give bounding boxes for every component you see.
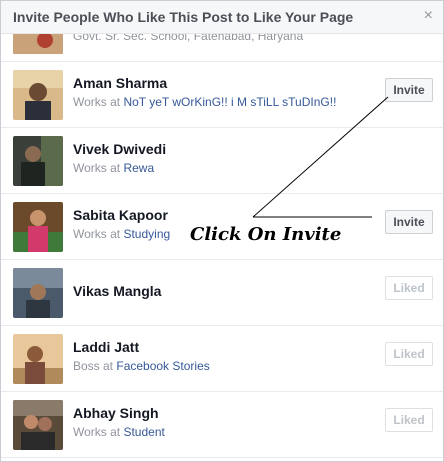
work-place-link[interactable]: Studying (123, 227, 170, 241)
work-prefix: Works at (73, 425, 124, 439)
people-list[interactable]: Govt. Sr. Sec. School, Fatehabad, Haryan… (1, 34, 443, 462)
dialog-header: Invite People Who Like This Post to Like… (1, 1, 443, 34)
person-name[interactable]: Abhay Singh (73, 405, 159, 421)
person-subtitle: Works at NoT yeT wOrKinG!! i M sTiLL sTu… (73, 95, 336, 109)
work-place-link[interactable]: Rewa (123, 161, 154, 175)
avatar[interactable] (13, 70, 63, 120)
list-item: Aman Sharma Works at NoT yeT wOrKinG!! i… (1, 62, 443, 128)
avatar (13, 34, 63, 54)
work-prefix: Works at (73, 227, 124, 241)
list-item: Abhay Singh Works at Student Liked (1, 392, 443, 458)
person-subtitle: Works at Studying (73, 227, 170, 241)
avatar[interactable] (13, 136, 63, 186)
liked-button: Liked (385, 408, 433, 432)
work-place-link[interactable]: Facebook Stories (116, 359, 209, 373)
person-subtitle: Boss at Facebook Stories (73, 359, 210, 373)
invite-button[interactable]: Invite (385, 78, 433, 102)
person-subtitle: Govt. Sr. Sec. School, Fatehabad, Haryan… (73, 34, 304, 43)
list-item: Vikas Mangla Liked (1, 260, 443, 326)
list-item: Laddi Jatt Boss at Facebook Stories Like… (1, 326, 443, 392)
person-name[interactable]: Laddi Jatt (73, 339, 139, 355)
avatar[interactable] (13, 268, 63, 318)
person-subtitle: Works at Student (73, 425, 165, 439)
work-prefix: Works at (73, 95, 124, 109)
dialog-title: Invite People Who Like This Post to Like… (13, 9, 354, 25)
liked-button: Liked (385, 276, 433, 300)
annotation-text: Click On Invite (190, 224, 342, 245)
work-place-link[interactable]: Student (123, 425, 164, 439)
work-prefix: Works at (73, 161, 124, 175)
work-prefix: Boss at (73, 359, 117, 373)
person-name[interactable]: Vivek Dwivedi (73, 141, 166, 157)
list-item: Vivek Dwivedi Works at Rewa (1, 128, 443, 194)
list-item-partial: Govt. Sr. Sec. School, Fatehabad, Haryan… (1, 34, 443, 62)
close-icon[interactable]: × (424, 7, 433, 25)
liked-button: Liked (385, 342, 433, 366)
work-place-link[interactable]: NoT yeT wOrKinG!! i M sTiLL sTuDInG!! (123, 95, 336, 109)
person-name[interactable]: Vikas Mangla (73, 283, 161, 299)
person-name[interactable]: Sabita Kapoor (73, 207, 168, 223)
person-name[interactable]: Aman Sharma (73, 75, 167, 91)
avatar[interactable] (13, 334, 63, 384)
person-subtitle: Works at Rewa (73, 161, 154, 175)
avatar[interactable] (13, 400, 63, 450)
invite-button[interactable]: Invite (385, 210, 433, 234)
avatar[interactable] (13, 202, 63, 252)
